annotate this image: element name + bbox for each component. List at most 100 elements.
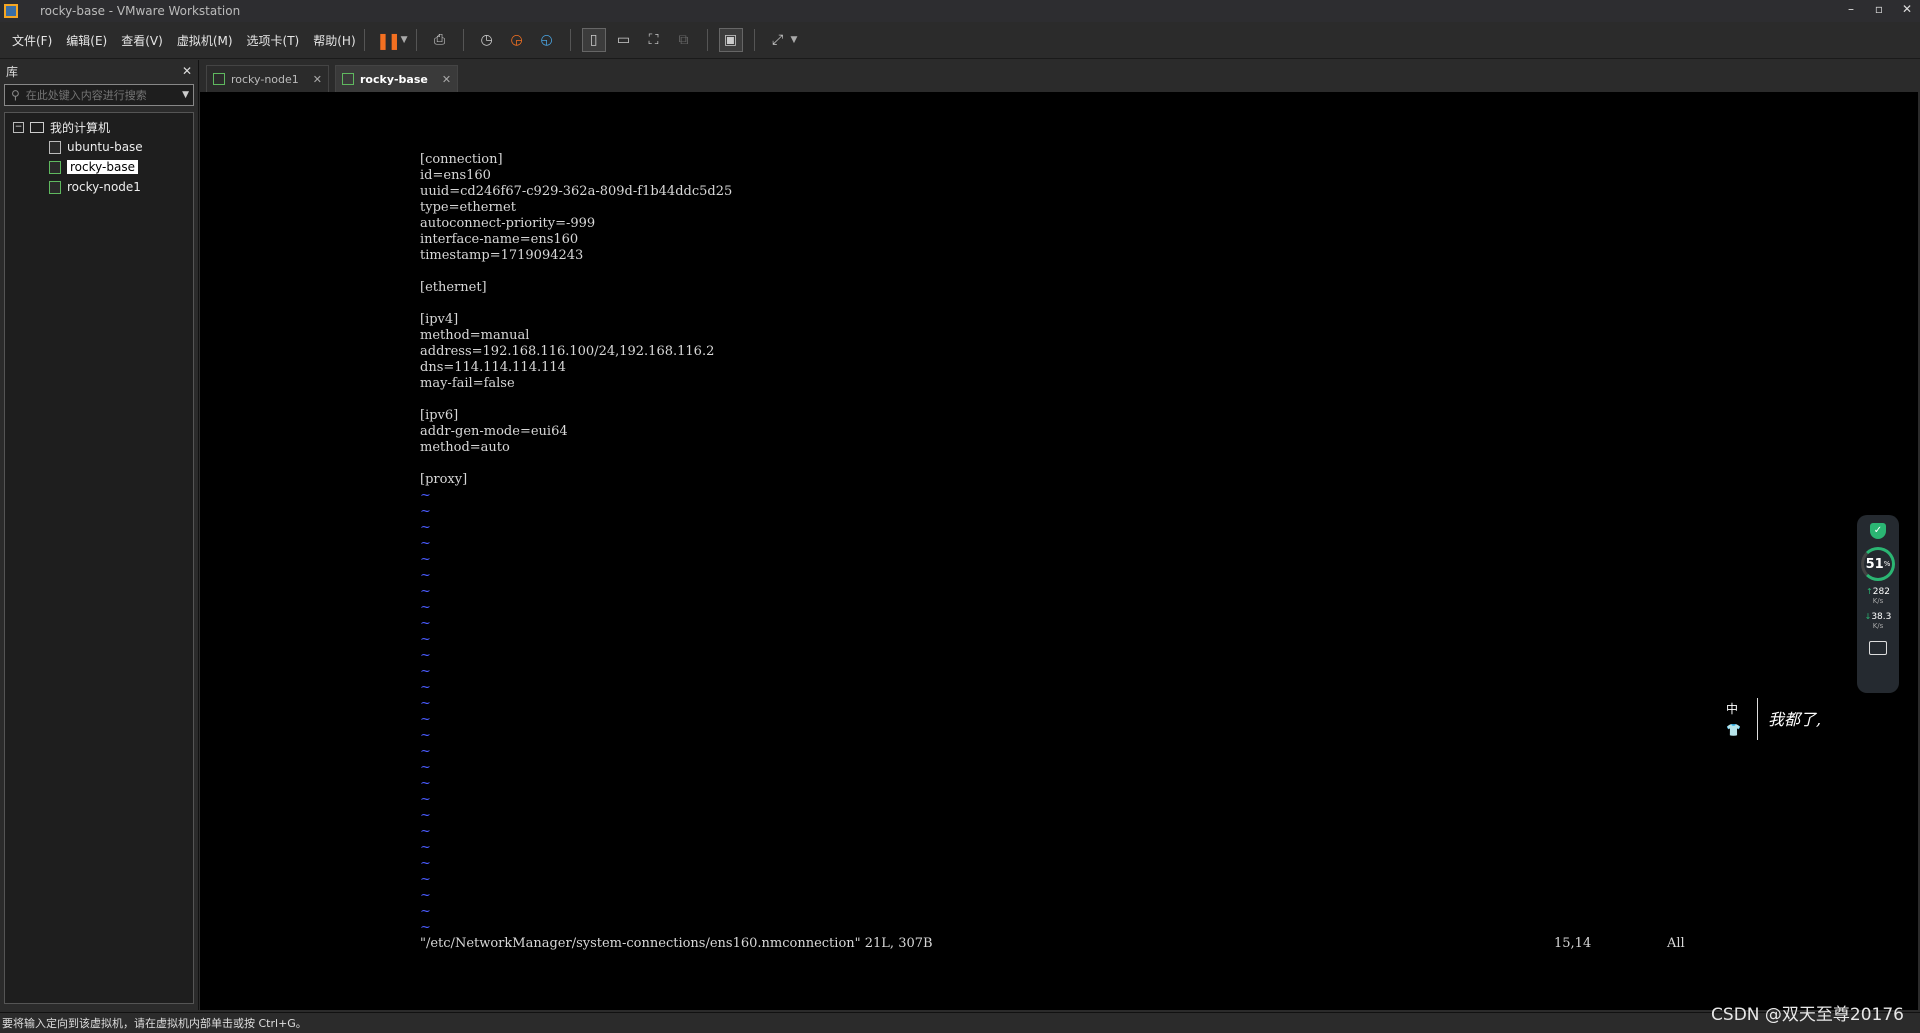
- tree-item-ubuntu-base[interactable]: ubuntu-base: [5, 137, 193, 157]
- terminal-line: timestamp=1719094243: [420, 248, 584, 263]
- stretch-dropdown-icon[interactable]: ▼: [791, 35, 798, 45]
- terminal-line: address=192.168.116.100/24,192.168.116.2: [420, 344, 715, 359]
- vim-empty-line-marker: ~: [420, 728, 431, 743]
- vm-tree: − 我的计算机 ubuntu-base rocky-base rocky-nod…: [4, 112, 194, 1004]
- library-header: 库 ✕: [0, 60, 198, 82]
- vim-empty-line-marker: ~: [420, 552, 431, 567]
- stretch-button[interactable]: ⤢: [767, 29, 789, 51]
- ime-divider: [1757, 698, 1758, 740]
- revert-snapshot-button[interactable]: ◶: [506, 29, 528, 51]
- menu-view[interactable]: 查看(V): [121, 32, 163, 49]
- menu-help[interactable]: 帮助(H): [313, 32, 355, 49]
- running-vm-icon: [342, 73, 354, 85]
- vim-empty-line-marker: ~: [420, 904, 431, 919]
- unity-button[interactable]: ⧉: [673, 29, 695, 51]
- system-monitor-widget[interactable]: ✓ 51% ↑282 K/s ↓38.3 K/s: [1857, 515, 1899, 693]
- menu-edit[interactable]: 编辑(E): [66, 32, 107, 49]
- vim-empty-line-marker: ~: [420, 760, 431, 775]
- toolbar-separator: [569, 29, 571, 51]
- collapse-icon[interactable]: −: [13, 121, 24, 133]
- tree-item-rocky-base[interactable]: rocky-base: [5, 157, 193, 177]
- stretch-icon: ⤢: [771, 32, 784, 48]
- vmware-app-icon: [4, 4, 18, 18]
- library-title: 库: [6, 64, 19, 79]
- pause-icon: ❚❚: [376, 30, 401, 50]
- ime-skin-icon: 👕: [1726, 723, 1741, 737]
- close-tab-button[interactable]: ✕: [442, 73, 451, 86]
- search-input[interactable]: [23, 87, 183, 103]
- close-tab-button[interactable]: ✕: [313, 73, 322, 86]
- vim-empty-line-marker: ~: [420, 600, 431, 615]
- terminal-line: autoconnect-priority=-999: [420, 216, 596, 231]
- terminal-line: id=ens160: [420, 168, 491, 183]
- vim-empty-line-marker: ~: [420, 744, 431, 759]
- vim-empty-line-marker: ~: [420, 568, 431, 583]
- menu-tabs[interactable]: 选项卡(T): [247, 32, 300, 49]
- show-library-button[interactable]: ▯: [581, 28, 606, 52]
- tab-rocky-node1[interactable]: rocky-node1 ✕: [206, 65, 329, 92]
- snapshot-manager-button[interactable]: ◵: [536, 29, 558, 51]
- console-view-button[interactable]: ▣: [718, 28, 743, 52]
- terminal-line: [ipv6]: [420, 408, 459, 423]
- snapshot-button[interactable]: ◷: [476, 29, 498, 51]
- menu-file[interactable]: 文件(F): [12, 32, 52, 49]
- running-vm-icon: [49, 180, 61, 194]
- tree-root-label: 我的计算机: [50, 120, 111, 135]
- library-panel: 库 ✕ ⚲ ▼ − 我的计算机 ubuntu-base rocky-base r…: [0, 60, 199, 1010]
- menu-vm[interactable]: 虚拟机(M): [177, 32, 233, 49]
- terminal-line: [connection]: [420, 152, 503, 167]
- window-controls: – ▫ ✕: [1844, 2, 1914, 16]
- minimize-button[interactable]: –: [1844, 2, 1858, 16]
- vm-icon: [49, 140, 61, 154]
- unity-icon: ⧉: [678, 32, 689, 48]
- tree-item-rocky-node1[interactable]: rocky-node1: [5, 177, 193, 197]
- vim-empty-line-marker: ~: [420, 520, 431, 535]
- vim-empty-line-marker: ~: [420, 776, 431, 791]
- running-vm-icon: [213, 73, 225, 85]
- send-ctrl-alt-del-icon: ⎙: [433, 32, 446, 48]
- camera-icon[interactable]: [1869, 641, 1887, 655]
- download-value: 38.3: [1871, 612, 1892, 622]
- vim-empty-line-marker: ~: [420, 712, 431, 727]
- vim-empty-line-marker: ~: [420, 920, 431, 935]
- usage-percent: 51: [1865, 556, 1884, 572]
- full-screen-button[interactable]: ⛶: [643, 29, 665, 51]
- maximize-button[interactable]: ▫: [1872, 2, 1886, 16]
- tab-rocky-base[interactable]: rocky-base ✕: [335, 65, 459, 92]
- vim-empty-line-marker: ~: [420, 664, 431, 679]
- usage-percent-unit: %: [1883, 560, 1891, 568]
- send-ctrl-alt-del-button[interactable]: ⎙: [429, 29, 451, 51]
- toolbar-separator: [753, 29, 755, 51]
- power-dropdown-icon[interactable]: ▼: [401, 35, 408, 45]
- search-dropdown-icon[interactable]: ▼: [182, 90, 189, 100]
- terminal-line: type=ethernet: [420, 200, 516, 215]
- close-window-button[interactable]: ✕: [1900, 2, 1914, 16]
- vim-empty-line-marker: ~: [420, 808, 431, 823]
- thumbnail-bar-button[interactable]: ▭: [613, 29, 635, 51]
- download-speed: ↓38.3 K/s: [1865, 612, 1892, 631]
- vim-empty-line-marker: ~: [420, 648, 431, 663]
- computer-icon: [30, 121, 44, 133]
- tab-label: rocky-node1: [231, 72, 299, 86]
- revert-snapshot-icon: ◶: [510, 32, 523, 48]
- vim-empty-line-marker: ~: [420, 840, 431, 855]
- pause-button[interactable]: ❚❚: [376, 29, 401, 51]
- toolbar-separator: [706, 29, 708, 51]
- vim-empty-line-marker: ~: [420, 616, 431, 631]
- vim-empty-line-marker: ~: [420, 824, 431, 839]
- vim-scroll-position: All: [1667, 936, 1685, 951]
- vim-empty-line-marker: ~: [420, 792, 431, 807]
- ime-indicator[interactable]: 中 👕: [1726, 700, 1741, 737]
- tree-root-my-computer[interactable]: − 我的计算机: [5, 117, 193, 137]
- vm-console[interactable]: [connection] id=ens160 uuid=cd246f67-c929-…: [200, 92, 1918, 1010]
- vim-status-file: "/etc/NetworkManager/system-connections/…: [420, 936, 933, 951]
- library-close-button[interactable]: ✕: [182, 64, 192, 78]
- console-view-icon: ▣: [723, 32, 738, 48]
- shield-icon: ✓: [1870, 523, 1886, 539]
- upload-unit: K/s: [1872, 597, 1884, 605]
- status-bar: 要将输入定向到该虚拟机，请在虚拟机内部单击或按 Ctrl+G。: [0, 1012, 1920, 1033]
